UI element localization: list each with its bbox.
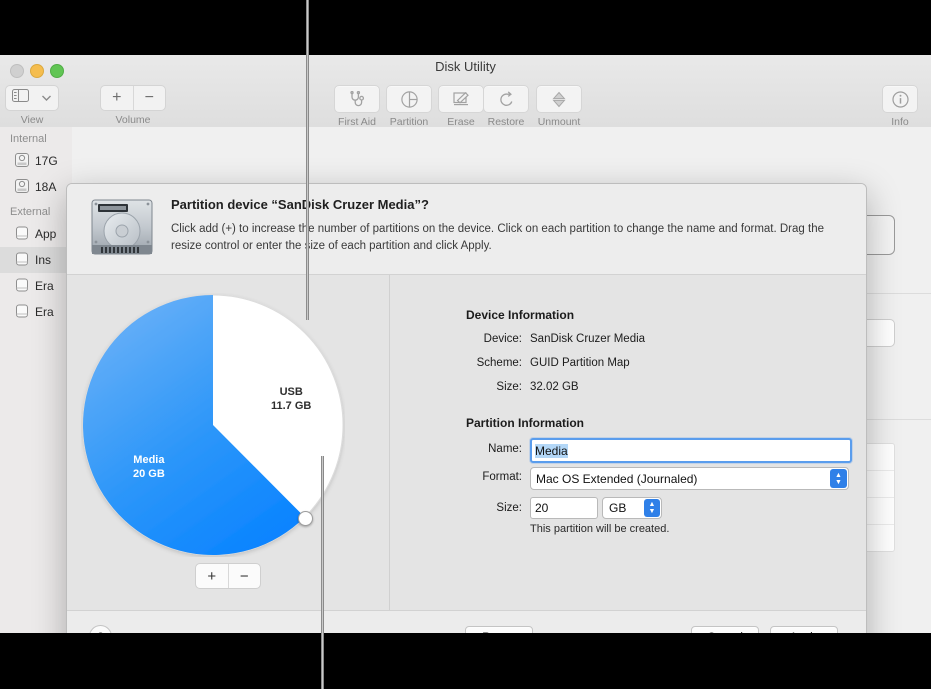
pie-slice-name-media: Media xyxy=(133,454,165,466)
partition-resize-control[interactable] xyxy=(298,510,314,526)
chevron-updown-icon[interactable]: ▲ ▼ xyxy=(830,469,847,488)
sheet-header: Partition device “SanDisk Cruzer Media”?… xyxy=(67,184,866,275)
sheet-footer: ? Revert Cancel Apply xyxy=(67,610,866,633)
sidebar-item-label: App xyxy=(35,227,57,241)
sidebar-group-internal-header: Internal xyxy=(10,133,47,145)
pie-slice-label-media: Media 20 GB xyxy=(133,453,165,482)
partition-pie-chart[interactable]: Media 20 GB USB 11.7 GB xyxy=(81,293,345,557)
cancel-button[interactable]: Cancel xyxy=(691,626,759,633)
revert-button[interactable]: Revert xyxy=(465,626,533,633)
callout-line-usb xyxy=(306,0,309,320)
window-title: Disk Utility xyxy=(435,59,496,74)
pie-partition-icon xyxy=(400,90,418,108)
internal-disk-icon xyxy=(14,178,30,197)
toolbar-info-button[interactable]: Info xyxy=(868,85,931,128)
sidebar-item-external-era-1[interactable]: Era xyxy=(0,273,72,299)
name-field-label: Name: xyxy=(488,443,522,455)
format-field-label: Format: xyxy=(482,471,522,483)
device-size-row: Size: 32.02 GB xyxy=(402,381,842,397)
toolbar-volume-control: + − Volume xyxy=(100,85,166,126)
partition-info-pane: Device Information Device: SanDisk Cruze… xyxy=(390,275,866,610)
partition-size-unit-value: GB xyxy=(609,501,627,515)
device-label: Device: xyxy=(483,333,522,345)
external-disk-icon xyxy=(14,225,30,244)
device-information-title: Device Information xyxy=(466,308,575,322)
device-size-label: Size: xyxy=(496,381,522,393)
sheet-description: Click add (+) to increase the number of … xyxy=(171,223,824,252)
scheme-row: Scheme: GUID Partition Map xyxy=(402,357,842,373)
sidebar-item-external-era-2[interactable]: Era xyxy=(0,299,72,325)
scheme-label: Scheme: xyxy=(476,357,522,369)
size-field-label: Size: xyxy=(496,502,522,514)
sidebar-item-label: Era xyxy=(35,305,54,319)
sidebar-item-internal-17g[interactable]: 17G xyxy=(0,148,72,174)
internal-disk-icon xyxy=(14,152,30,171)
disk-utility-window: Disk Utility View + − Volume First Aid P… xyxy=(0,55,931,633)
sidebar-item-label: Ins xyxy=(35,253,52,267)
add-partition-button[interactable]: + xyxy=(196,564,228,588)
partition-name-value: Media xyxy=(535,443,568,458)
devices-sidebar: Internal 17G 18A External App Ins Era Er… xyxy=(0,127,73,633)
partition-information-title: Partition Information xyxy=(466,416,584,430)
device-row: Device: SanDisk Cruzer Media xyxy=(402,333,842,349)
pie-slice-size-usb: 11.7 GB xyxy=(271,400,312,413)
window-titlebar: Disk Utility View + − Volume First Aid P… xyxy=(0,55,931,128)
info-circle-icon xyxy=(891,90,909,108)
pie-slice-label-usb: USB 11.7 GB xyxy=(271,385,311,414)
eject-icon xyxy=(552,91,566,108)
pie-slice-size-media: 20 GB xyxy=(133,468,165,481)
sidebar-item-label: 17G xyxy=(35,154,58,168)
toolbar-unmount-button[interactable]: Unmount xyxy=(527,85,591,128)
sidebar-icon xyxy=(12,89,29,107)
toolbar-view-control[interactable]: View xyxy=(2,85,62,126)
sidebar-group-external-header: External xyxy=(10,206,51,218)
external-disk-icon xyxy=(14,277,30,296)
sheet-title: Partition device “SanDisk Cruzer Media”? xyxy=(171,197,429,212)
partition-size-value: 20 xyxy=(535,501,549,515)
partition-size-input[interactable]: 20 xyxy=(530,497,598,519)
hard-disk-icon xyxy=(89,196,155,263)
volume-add-button[interactable]: + xyxy=(101,86,133,110)
partition-format-select[interactable]: Mac OS Extended (Journaled) ▲ ▼ xyxy=(530,467,849,490)
chevron-down-icon xyxy=(41,89,52,107)
sidebar-item-internal-18a[interactable]: 18A xyxy=(0,174,72,200)
stethoscope-icon xyxy=(348,91,367,107)
toolbar-view-label: View xyxy=(20,114,44,126)
erase-pencil-icon xyxy=(452,91,470,107)
sidebar-item-external-app[interactable]: App xyxy=(0,221,72,247)
partition-status-note: This partition will be created. xyxy=(530,523,670,535)
partition-format-value: Mac OS Extended (Journaled) xyxy=(536,471,698,486)
callout-line-resize-control xyxy=(321,456,324,689)
chevron-updown-icon[interactable]: ▲ ▼ xyxy=(644,499,660,517)
undo-arrow-icon xyxy=(498,90,515,108)
device-size-value: 32.02 GB xyxy=(530,381,579,393)
remove-partition-button[interactable]: − xyxy=(227,564,261,588)
sheet-body: Media 20 GB USB 11.7 GB + − Device Infor… xyxy=(67,275,866,610)
partition-size-unit-select[interactable]: GB ▲ ▼ xyxy=(602,497,662,519)
sidebar-item-label: Era xyxy=(35,279,54,293)
apply-button[interactable]: Apply xyxy=(770,626,838,633)
volume-remove-button[interactable]: − xyxy=(132,86,166,110)
external-disk-icon xyxy=(14,251,30,270)
partition-add-remove-group: + − xyxy=(195,563,261,589)
scheme-value: GUID Partition Map xyxy=(530,357,630,369)
pie-slice-name-usb: USB xyxy=(279,386,303,398)
help-button[interactable]: ? xyxy=(89,625,112,633)
screenshot-root: Disk Utility View + − Volume First Aid P… xyxy=(0,0,931,689)
toolbar-volume-label: Volume xyxy=(115,114,151,126)
sidebar-item-external-ins[interactable]: Ins xyxy=(0,247,72,273)
partition-chart-pane: Media 20 GB USB 11.7 GB + − xyxy=(67,275,389,610)
external-disk-icon xyxy=(14,303,30,322)
device-value: SanDisk Cruzer Media xyxy=(530,333,646,345)
sidebar-item-label: 18A xyxy=(35,180,57,194)
partition-sheet-dialog: Partition device “SanDisk Cruzer Media”?… xyxy=(66,183,867,633)
partition-name-input[interactable]: Media xyxy=(530,438,852,463)
